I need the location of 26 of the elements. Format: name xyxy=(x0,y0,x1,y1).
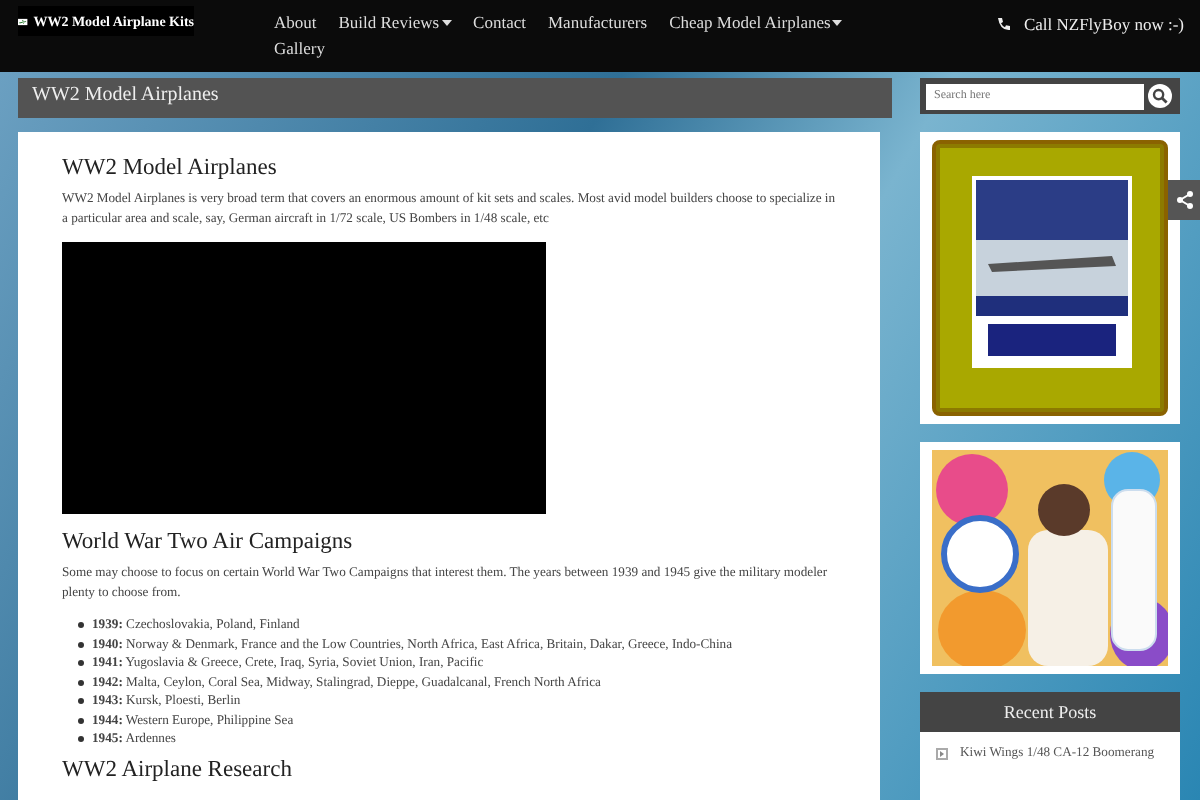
share-icon xyxy=(1175,190,1193,210)
bullet-icon xyxy=(78,660,84,667)
call-link[interactable]: Call NZFlyBoy now :-) xyxy=(995,14,1184,34)
search-button[interactable] xyxy=(1148,84,1172,108)
bullet-icon xyxy=(78,698,84,705)
bullet-icon xyxy=(78,717,84,724)
bullet-icon xyxy=(78,679,84,686)
nav-link[interactable]: Manufacturers xyxy=(548,12,648,32)
share-button[interactable] xyxy=(1168,180,1200,220)
ad-card[interactable] xyxy=(920,442,1180,674)
section-heading: World War Two Air Campaigns xyxy=(62,530,355,554)
search-icon xyxy=(1152,88,1168,104)
bullet-icon xyxy=(78,736,84,743)
article-heading: WW2 Model Airplanes xyxy=(62,156,279,180)
nav-link[interactable]: Build Reviews xyxy=(338,12,452,32)
section-heading: WW2 Airplane Research xyxy=(62,757,294,781)
nav-link[interactable]: Cheap Model Airplanes xyxy=(669,12,843,32)
widget-title: Recent Posts xyxy=(920,692,1180,732)
phone-icon xyxy=(995,16,1012,32)
bullet-icon xyxy=(78,622,84,629)
nav-link[interactable]: Gallery xyxy=(274,38,325,58)
bullet-icon xyxy=(78,641,84,648)
nav-link[interactable]: About xyxy=(274,12,317,32)
page-title-bar: WW2 Model Airplanes xyxy=(18,78,892,118)
arrow-icon xyxy=(936,748,948,760)
nav-link[interactable]: Contact xyxy=(473,12,526,32)
